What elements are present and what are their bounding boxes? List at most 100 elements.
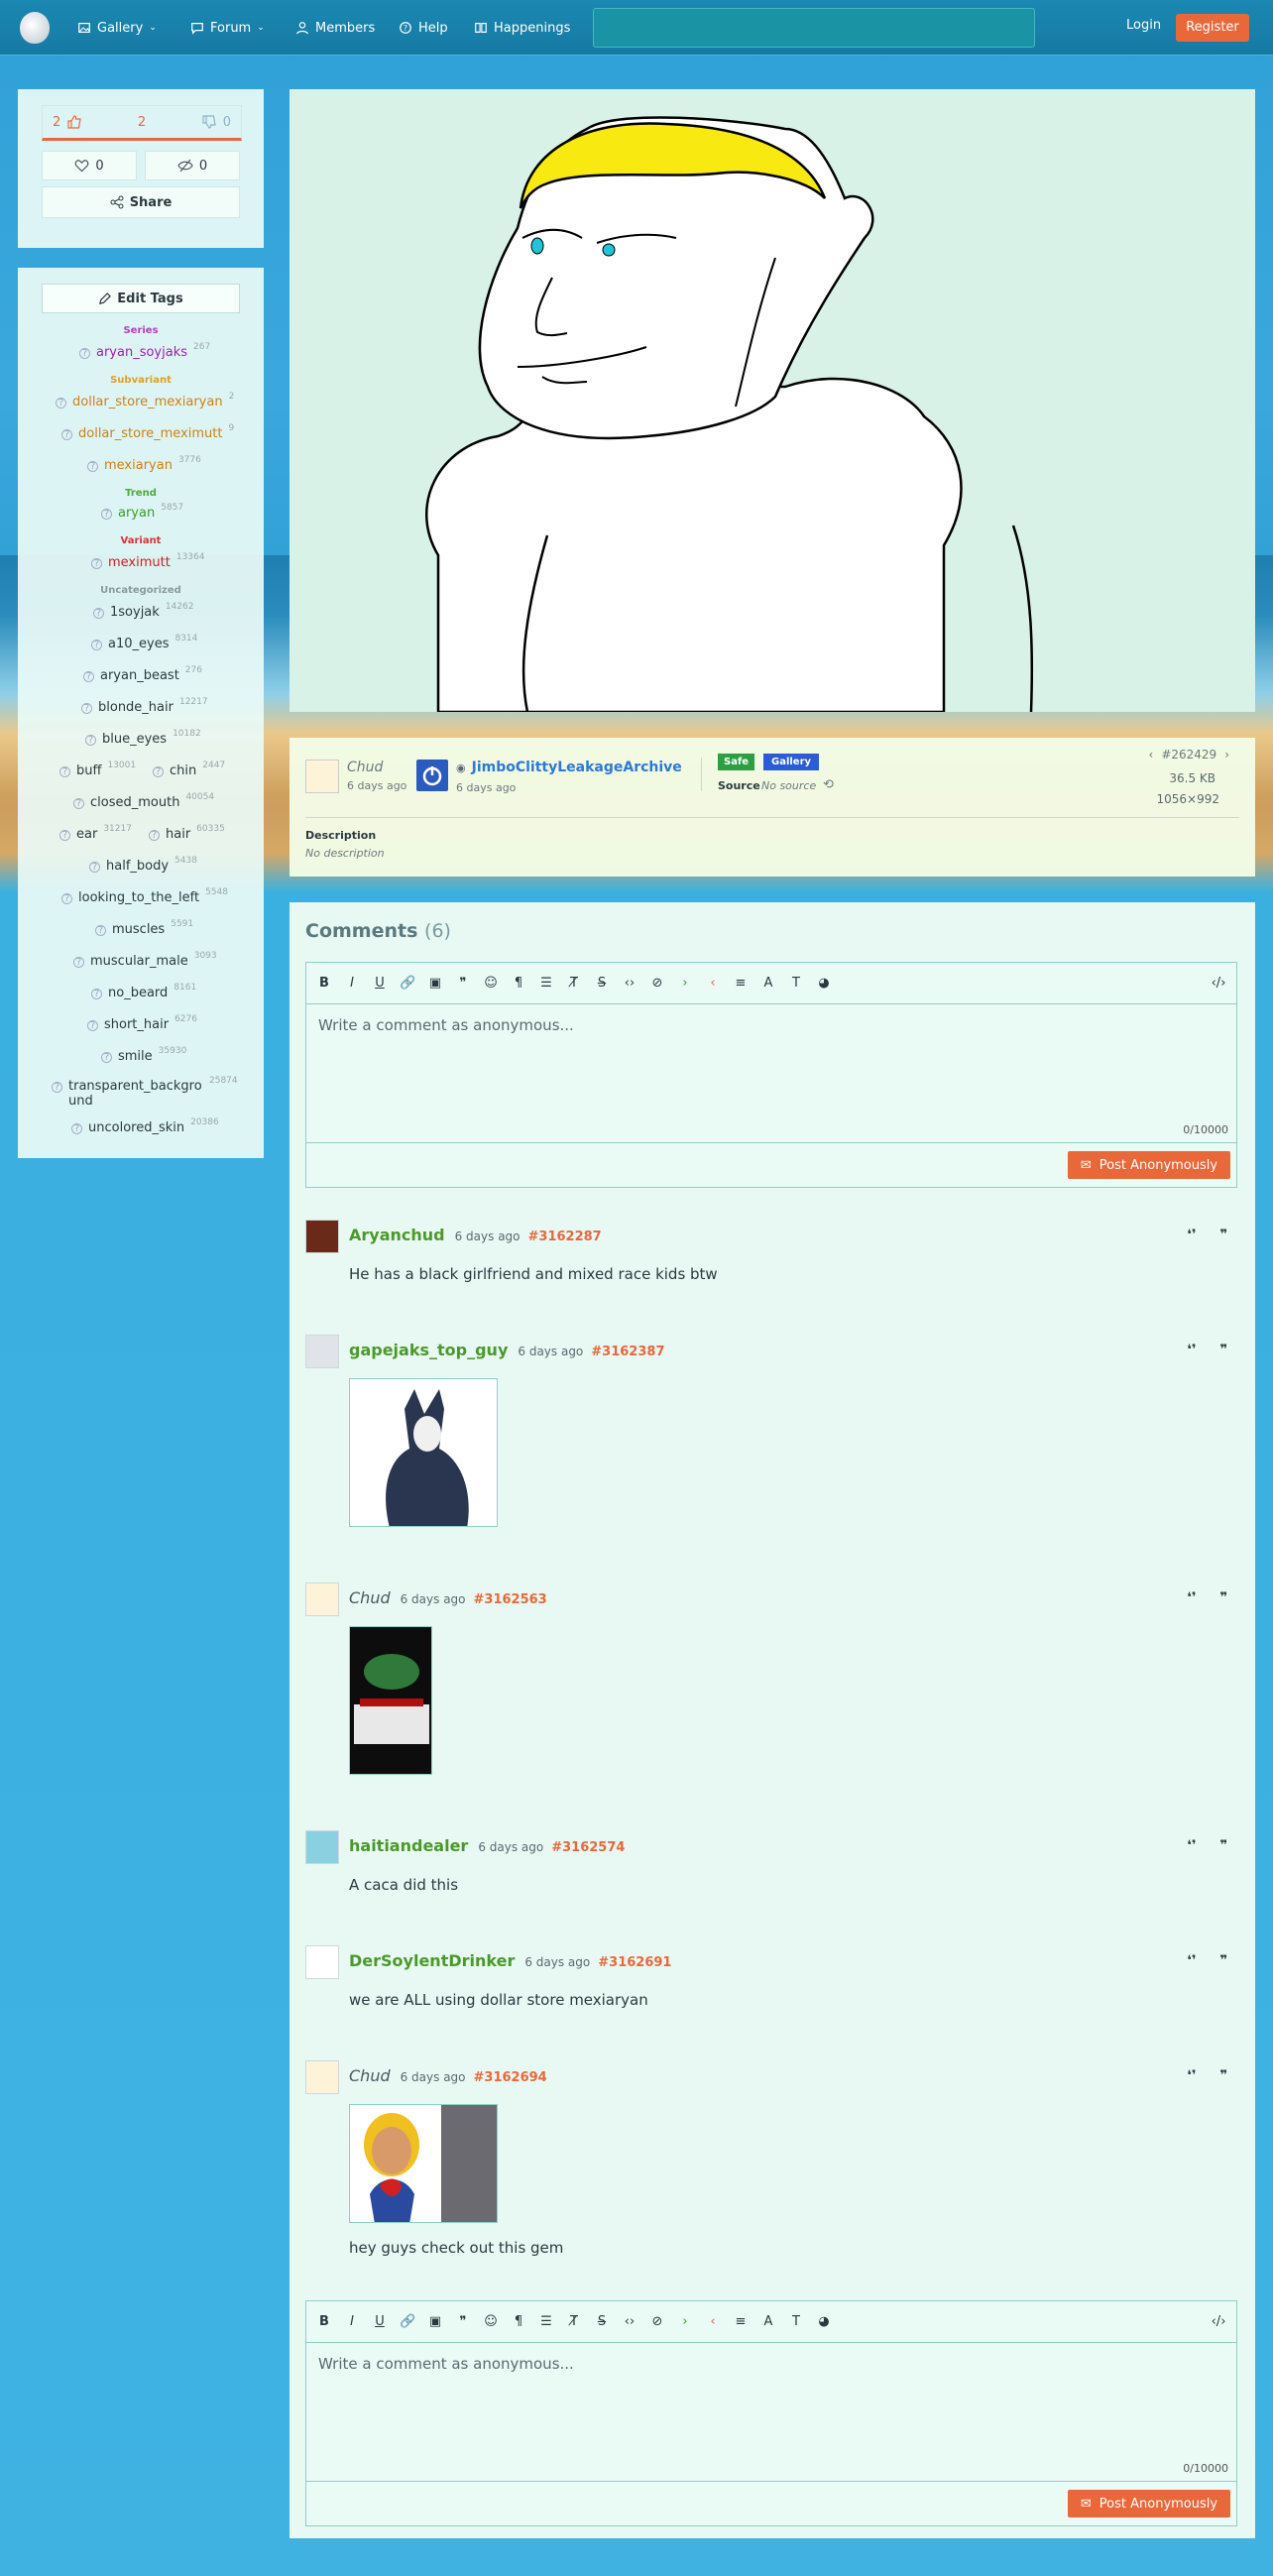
reply-icon[interactable]: ❛❜ [1187,1590,1196,1605]
emoji-icon[interactable]: ☺ [483,2314,499,2329]
image-icon[interactable]: ▣ [427,976,443,991]
tag-item[interactable]: ? muscular_male 3093 [73,951,217,969]
greentext-icon[interactable]: › [677,976,693,991]
quote-icon[interactable]: ❞ [1219,1838,1227,1853]
tag-item[interactable]: ? transparent_background 25874 [52,1076,250,1109]
tag-item[interactable]: ? aryan_soyjaks 267 [79,342,210,360]
link-icon[interactable]: 🔗 [400,2314,415,2329]
history-icon[interactable]: ⟲ [823,777,834,792]
comment-author[interactable]: Chud 6 days ago #3162694 [349,2066,547,2085]
reply-icon[interactable]: ❛❜ [1187,1838,1196,1853]
list-icon[interactable]: ☰ [538,976,554,991]
hide-button[interactable]: 0 [145,151,240,180]
share-button[interactable]: Share [42,186,240,218]
align-icon[interactable]: ≡ [733,976,749,991]
quote-icon[interactable]: ❞ [455,2314,471,2329]
tag-item[interactable]: ? mexiaryan 3776 [87,455,201,473]
clear-format-icon[interactable]: T̸ [566,976,582,991]
approver-avatar[interactable] [416,760,448,791]
post-anonymously-button[interactable]: ✉ Post Anonymously [1068,1151,1230,1179]
tag-item[interactable]: ? uncolored_skin 20386 [71,1117,219,1135]
reply-icon[interactable]: ❛❜ [1187,1228,1196,1242]
orangetext-icon[interactable]: ‹ [705,2314,721,2329]
nav-help[interactable]: ? Help [399,18,448,38]
comment-id[interactable]: #3162387 [591,1345,664,1359]
quote-icon[interactable]: ❞ [1219,1590,1227,1605]
spoiler-icon[interactable]: ⊘ [649,2314,665,2329]
avatar[interactable] [305,2060,339,2094]
tag-item[interactable]: ? looking_to_the_left 5548 [61,887,228,905]
tag-item[interactable]: ? closed_mouth 40054 [73,792,214,810]
quote-icon[interactable]: ❞ [1219,1343,1227,1357]
reply-icon[interactable]: ❛❜ [1187,1343,1196,1357]
palette-icon[interactable]: ◕ [816,2314,832,2329]
approver-name[interactable]: ◉ JimboClittyLeakageArchive [456,760,682,775]
quote-icon[interactable]: ❞ [1219,1953,1227,1968]
tag-item[interactable]: ? short_hair 6276 [87,1014,197,1032]
tag-item[interactable]: ? hair 60335 [149,824,225,842]
tag-item[interactable]: ? smile 35930 [101,1046,186,1064]
tag-item[interactable]: ? half_body 5438 [89,856,197,874]
site-logo[interactable] [20,12,50,44]
upvote-button[interactable]: 2 [53,114,82,130]
comment-image[interactable] [349,2104,498,2223]
color-icon[interactable]: A [760,2314,776,2329]
register-button[interactable]: Register [1176,14,1249,42]
quote-icon[interactable]: ❞ [455,976,471,991]
comment-input[interactable]: Write a comment as anonymous... 0/10000 [306,1004,1236,1143]
nav-forum[interactable]: Forum ⌄ [190,18,265,38]
tag-item[interactable]: ? ear 31217 [59,824,132,842]
tag-item[interactable]: ? dollar_store_meximutt 9 [61,423,234,441]
bold-icon[interactable]: B [316,2314,332,2329]
tag-item[interactable]: ? meximutt 13364 [91,552,204,570]
list-icon[interactable]: ☰ [538,2314,554,2329]
code-icon[interactable]: ‹› [622,976,637,991]
comment-author[interactable]: Chud 6 days ago #3162563 [349,1588,547,1607]
avatar[interactable] [305,1830,339,1864]
comment-author[interactable]: Aryanchud 6 days ago #3162287 [349,1226,602,1244]
search-input[interactable] [593,8,1035,48]
tag-item[interactable]: ? aryan_beast 276 [83,665,202,683]
italic-icon[interactable]: I [344,2314,360,2329]
orangetext-icon[interactable]: ‹ [705,976,721,991]
downvote-button[interactable]: 0 [201,114,231,130]
post-image[interactable] [289,89,1255,712]
comment-id[interactable]: #3162287 [528,1229,602,1244]
link-icon[interactable]: 🔗 [400,976,415,991]
category-badge[interactable]: Gallery [763,754,820,770]
nav-happenings[interactable]: Happenings [474,18,570,38]
uploader-avatar[interactable] [305,760,339,793]
quote-icon[interactable]: ❞ [1219,1228,1227,1242]
edit-tags-button[interactable]: Edit Tags [42,284,240,313]
reply-icon[interactable]: ❛❜ [1187,2068,1196,2083]
comment-id[interactable]: #3162563 [474,1592,547,1607]
palette-icon[interactable]: ◕ [816,976,832,991]
comment-id[interactable]: #3162691 [598,1955,671,1970]
align-icon[interactable]: ≡ [733,2314,749,2329]
tag-item[interactable]: ? buff 13001 [59,761,136,778]
strikethrough-icon[interactable]: S [594,2314,610,2329]
comment-image[interactable] [349,1378,498,1527]
underline-icon[interactable]: U [372,976,388,991]
avatar[interactable] [305,1220,339,1253]
comment-id[interactable]: #3162574 [551,1840,625,1855]
code-icon[interactable]: ‹› [622,2314,637,2329]
spoiler-icon[interactable]: ⊘ [649,976,665,991]
tag-item[interactable]: ? blonde_hair 12217 [81,697,208,715]
paragraph-icon[interactable]: ¶ [511,2314,526,2329]
avatar[interactable] [305,1945,339,1979]
color-icon[interactable]: A [760,976,776,991]
nav-gallery[interactable]: Gallery ⌄ [77,18,157,38]
post-anonymously-button[interactable]: ✉ Post Anonymously [1068,2490,1230,2517]
nav-members[interactable]: Members [295,18,375,38]
source-code-icon[interactable]: ‹/› [1211,2314,1226,2329]
italic-icon[interactable]: I [344,976,360,991]
uploader-name[interactable]: Chud [347,760,383,775]
quote-icon[interactable]: ❞ [1219,2068,1227,2083]
comment-image[interactable] [349,1626,432,1775]
tag-item[interactable]: ? a10_eyes 8314 [91,634,197,651]
chevron-right-icon[interactable]: › [1224,748,1229,761]
tag-item[interactable]: ? aryan 5857 [101,503,183,521]
underline-icon[interactable]: U [372,2314,388,2329]
tag-item[interactable]: ? blue_eyes 10182 [85,729,201,747]
